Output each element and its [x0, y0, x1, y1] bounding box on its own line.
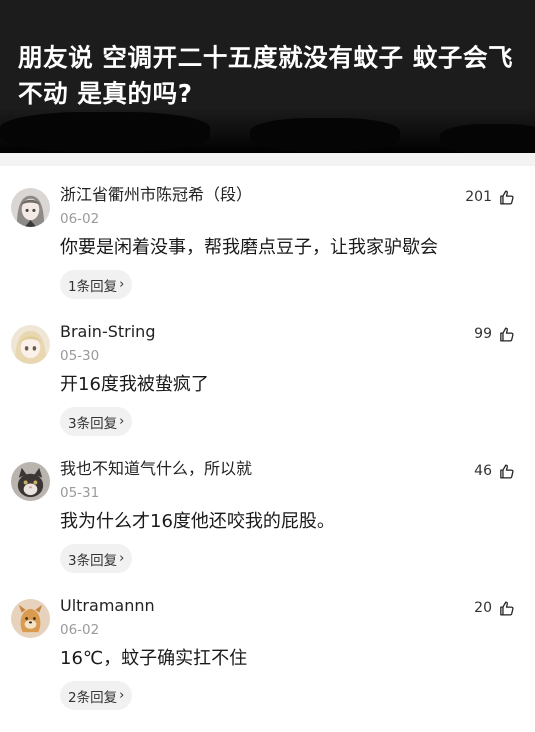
comment-author[interactable]: Brain-String: [60, 321, 155, 343]
comment-text: 16℃，蚊子确实扛不住: [60, 648, 248, 669]
like-count: 201: [465, 189, 492, 205]
view-replies-button[interactable]: 2条回复 ›: [60, 681, 133, 710]
anime-girl-gray-hair-avatar-icon: [11, 188, 50, 227]
cat-avatar-icon: [11, 462, 50, 501]
like-count: 46: [474, 463, 492, 479]
thumbs-up-icon: [500, 463, 514, 479]
reply-count-label: 3条回复: [68, 415, 118, 432]
avatar[interactable]: [11, 325, 50, 364]
post-title: 朋友说 空调开二十五度就没有蚊子 蚊子会飞不动 是真的吗?: [18, 43, 514, 108]
comment-text: 开16度我被蛰疯了: [60, 374, 209, 395]
section-divider: [0, 153, 535, 166]
comment-date: 05-30: [60, 348, 100, 364]
thumbs-up-icon: [500, 189, 514, 205]
chevron-right-icon: ›: [119, 688, 125, 703]
chevron-right-icon: ›: [119, 414, 125, 429]
avatar[interactable]: [11, 188, 50, 227]
chevron-right-icon: ›: [119, 277, 125, 292]
comment-item: 浙江省衢州市陈冠希（段） 06-02 201 你要是闲着没事，帮我磨点豆子，让我…: [0, 184, 535, 321]
post-header: 朋友说 空调开二十五度就没有蚊子 蚊子会飞不动 是真的吗?: [0, 0, 535, 153]
header-dark-blot: [0, 112, 210, 152]
view-replies-button[interactable]: 3条回复 ›: [60, 407, 133, 436]
comment-item: Ultramannn 06-02 20 16℃，蚊子确实扛不住 2条回复 ›: [0, 595, 535, 732]
anime-girl-blonde-avatar-icon: [11, 325, 50, 364]
comment-author[interactable]: 我也不知道气什么，所以就: [60, 458, 252, 480]
view-replies-button[interactable]: 1条回复 ›: [60, 270, 133, 299]
comment-text: 我为什么才16度他还咬我的屁股。: [60, 511, 335, 532]
avatar[interactable]: [11, 599, 50, 638]
comment-text: 你要是闲着没事，帮我磨点豆子，让我家驴歇会: [60, 237, 438, 258]
comment-date: 05-31: [60, 485, 100, 501]
avatar[interactable]: [11, 462, 50, 501]
comment-author[interactable]: Ultramannn: [60, 595, 155, 617]
header-dark-blot: [250, 118, 400, 152]
view-replies-button[interactable]: 3条回复 ›: [60, 544, 133, 573]
header-dark-blot: [440, 124, 535, 153]
like-button[interactable]: 99: [474, 323, 515, 345]
reply-count-label: 2条回复: [68, 689, 118, 706]
like-button[interactable]: 46: [474, 460, 515, 482]
comment-author[interactable]: 浙江省衢州市陈冠希（段）: [60, 184, 252, 206]
cartoon-dog-avatar-icon: [11, 599, 50, 638]
reply-count-label: 1条回复: [68, 278, 118, 295]
chevron-right-icon: ›: [119, 551, 125, 566]
comment-date: 06-02: [60, 211, 100, 227]
like-button[interactable]: 201: [465, 186, 515, 208]
like-count: 20: [474, 600, 492, 616]
comment-item: 我也不知道气什么，所以就 05-31 46 我为什么才16度他还咬我的屁股。 3…: [0, 458, 535, 595]
comment-item: Brain-String 05-30 99 开16度我被蛰疯了 3条回复 ›: [0, 321, 535, 458]
comment-date: 06-02: [60, 622, 100, 638]
like-button[interactable]: 20: [474, 597, 515, 619]
like-count: 99: [474, 326, 492, 342]
thumbs-up-icon: [500, 600, 514, 616]
reply-count-label: 3条回复: [68, 552, 118, 569]
thumbs-up-icon: [500, 326, 514, 342]
